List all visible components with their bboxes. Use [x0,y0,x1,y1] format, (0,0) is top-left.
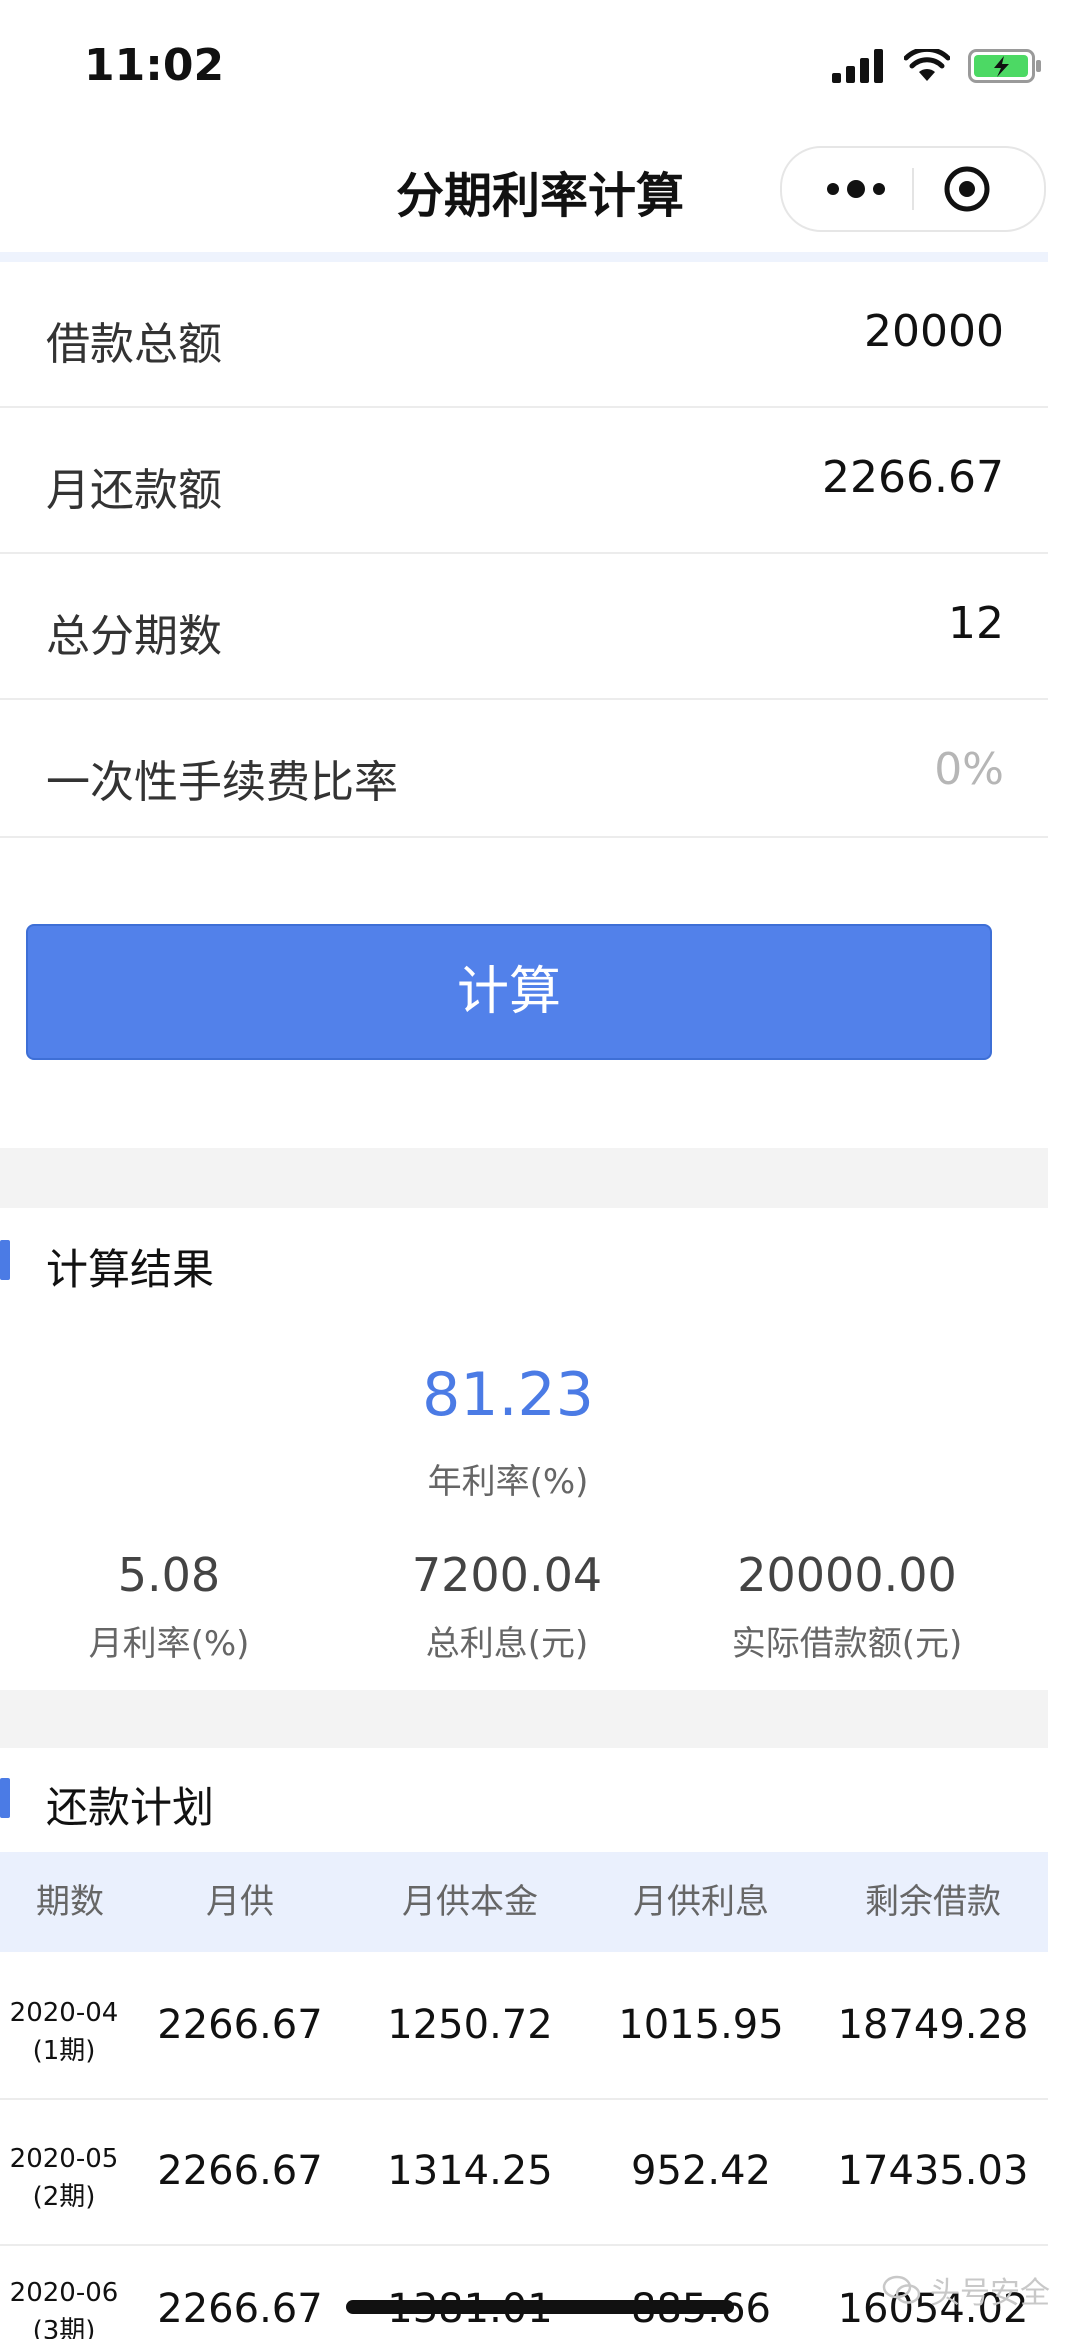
remaining-cell: 17435.03 [837,2148,1029,2194]
plan-section-title: 还款计划 [46,1783,215,1832]
monthly-rate-label: 月利率(%) [88,1624,250,1664]
period-index: (3期) [32,2316,96,2339]
form-row-loan-amount[interactable]: 借款总额 20000 [0,262,1048,408]
table-row: 2020-04 (1期) 2266.67 1250.72 1015.95 187… [0,1954,1048,2100]
loan-amount-label: 借款总额 [46,319,222,370]
period-cell: 2020-04 (1期) [0,1994,128,2070]
actual-loan-value: 20000.00 [737,1548,957,1602]
payment-cell: 2266.67 [157,2002,323,2048]
principal-cell: 1314.25 [387,2148,553,2194]
actual-loan-label: 实际借款额(元) [731,1624,963,1664]
period-index: (1期) [32,2036,96,2066]
remaining-cell: 18749.28 [837,2002,1029,2048]
signal-icon [832,49,883,83]
capsule-divider [912,168,914,210]
result-stats: 5.08 月利率(%) 7200.04 总利息(元) 20000.00 实际借款… [0,1544,1016,1664]
wechat-icon [882,2275,921,2304]
stat-actual-loan: 20000.00 实际借款额(元) [678,1544,1016,1665]
results-section-title: 计算结果 [46,1245,215,1294]
payment-cell: 2266.67 [157,2148,323,2194]
section-separator [0,1690,1048,1748]
table-row: 2020-05 (2期) 2266.67 1314.25 952.42 1743… [0,2100,1048,2246]
watermark-text: 头号安全 [930,2276,1050,2311]
close-target-icon[interactable] [942,164,992,214]
header-period: 期数 [36,1882,104,1922]
form-row-periods[interactable]: 总分期数 12 [0,554,1048,700]
page: 11:02 分期利率计算 借款总额 20000 月还款额 2266.67 总分期… [0,0,1080,2339]
wifi-icon [904,49,950,81]
total-interest-label: 总利息(元) [425,1624,589,1664]
stat-monthly-rate: 5.08 月利率(%) [0,1544,338,1665]
form-row-fee-rate[interactable]: 一次性手续费比率 0% [0,700,1048,838]
status-bar: 11:02 [0,0,1080,120]
periods-label: 总分期数 [46,611,222,662]
header-principal: 月供本金 [402,1882,538,1922]
periods-input[interactable]: 12 [948,598,1004,649]
annual-rate-label: 年利率(%) [427,1462,589,1502]
nav-bar: 分期利率计算 [0,120,1080,250]
annual-rate-value: 81.23 [422,1360,594,1430]
interest-cell: 1015.95 [618,2002,784,2048]
watermark: 头号安全 [882,2268,1050,2312]
header-payment: 月供 [206,1882,274,1922]
fee-rate-label: 一次性手续费比率 [46,757,398,808]
calculate-button[interactable]: 计算 [26,924,992,1060]
battery-charging-icon [968,49,1041,83]
form-row-monthly-payment[interactable]: 月还款额 2266.67 [0,408,1048,554]
monthly-rate-value: 5.08 [117,1548,221,1602]
monthly-payment-input[interactable]: 2266.67 [822,452,1004,503]
status-icons [832,44,1042,88]
results-section-header: 计算结果 [0,1222,1048,1302]
total-interest-value: 7200.04 [411,1548,603,1602]
period-date: 2020-06 [9,2278,119,2308]
interest-cell: 952.42 [631,2148,771,2194]
fee-rate-input[interactable]: 0% [934,744,1004,795]
more-icon[interactable] [816,170,896,208]
period-date: 2020-04 [9,1998,119,2028]
header-remaining: 剩余借款 [865,1882,1001,1922]
period-cell: 2020-05 (2期) [0,2140,128,2216]
principal-cell: 1250.72 [387,2002,553,2048]
status-time: 11:02 [84,40,225,91]
plan-section-header: 还款计划 [0,1760,1048,1840]
period-index: (2期) [32,2182,96,2212]
plan-table-header: 期数 月供 月供本金 月供利息 剩余借款 [0,1852,1048,1952]
home-indicator[interactable] [346,2300,734,2314]
section-accent-bar [0,1240,10,1280]
payment-cell: 2266.67 [157,2286,323,2332]
stat-total-interest: 7200.04 总利息(元) [338,1544,676,1665]
period-cell: 2020-06 (3期) [0,2274,128,2339]
period-date: 2020-05 [9,2144,119,2174]
section-accent-bar [0,1778,10,1818]
loan-amount-input[interactable]: 20000 [864,306,1004,357]
input-form: 借款总额 20000 月还款额 2266.67 总分期数 12 一次性手续费比率… [0,262,1048,838]
header-interest: 月供利息 [633,1882,769,1922]
mini-program-capsule [780,146,1046,232]
top-strip [0,252,1048,262]
monthly-payment-label: 月还款额 [46,465,222,516]
section-separator [0,1148,1048,1208]
